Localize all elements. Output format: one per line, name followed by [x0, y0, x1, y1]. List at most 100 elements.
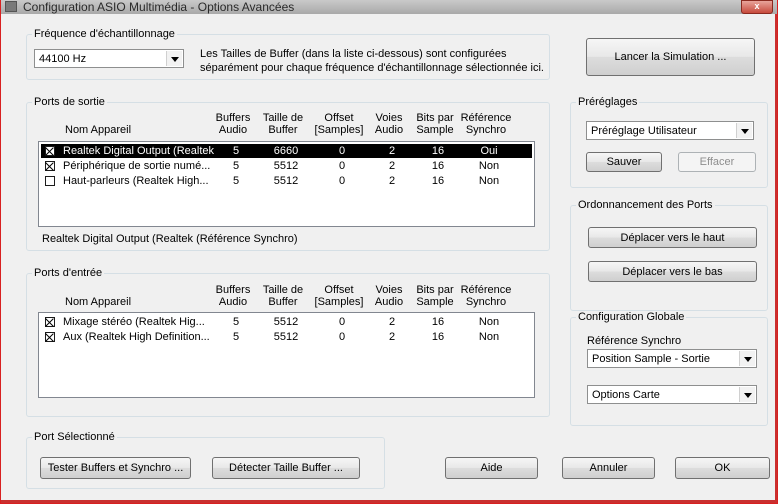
col-ref-2: Synchro	[465, 296, 507, 308]
port-bits: 16	[431, 331, 445, 343]
input-ports-label: Ports d'entrée	[32, 267, 105, 279]
port-size: 6660	[273, 145, 299, 157]
app-icon	[5, 1, 17, 12]
presets-label: Préréglages	[576, 96, 640, 108]
chevron-down-icon[interactable]	[166, 51, 182, 66]
col-offset-1: Offset	[324, 112, 354, 124]
move-down-button[interactable]: Déplacer vers le bas	[588, 261, 757, 282]
simulation-button[interactable]: Lancer la Simulation ...	[586, 38, 755, 76]
port-ref: Non	[478, 316, 500, 328]
col-name: Nom Appareil	[65, 296, 132, 308]
col-bits: Bits par Sample	[413, 112, 457, 136]
close-button[interactable]: x	[741, 0, 773, 14]
port-voices: 2	[388, 331, 396, 343]
col-ref: Référence Synchro	[458, 112, 514, 136]
port-buffers: 5	[232, 316, 240, 328]
chevron-down-icon[interactable]	[736, 123, 752, 138]
frequency-label: Fréquence d'échantillonnage	[32, 28, 177, 40]
col-voices-1: Voies	[375, 112, 403, 124]
col-ref-2: Synchro	[465, 124, 507, 136]
frequency-value: 44100 Hz	[39, 53, 87, 65]
selected-port-label: Port Sélectionné	[32, 431, 117, 443]
window-title: Configuration ASIO Multimédia - Options …	[23, 0, 295, 14]
port-ref: Oui	[480, 145, 498, 157]
card-options-select[interactable]: Options Carte	[587, 385, 757, 404]
delete-preset-button[interactable]: Effacer	[678, 152, 756, 172]
col-offset: Offset [Samples]	[311, 112, 367, 136]
port-name: Haut-parleurs (Realtek High...	[63, 175, 209, 187]
cancel-button[interactable]: Annuler	[562, 457, 655, 479]
port-bits: 16	[431, 160, 445, 172]
col-bits-1: Bits par	[416, 112, 454, 124]
help-button[interactable]: Aide	[445, 457, 538, 479]
input-port-checkbox[interactable]	[45, 332, 55, 342]
col-voices-1: Voies	[375, 284, 403, 296]
port-ref: Non	[478, 160, 500, 172]
move-up-button[interactable]: Déplacer vers le haut	[588, 227, 757, 248]
col-bits: Bits par Sample	[413, 284, 457, 308]
col-size-2: Buffer	[268, 296, 298, 308]
chevron-down-icon[interactable]	[739, 351, 755, 366]
test-buffers-button[interactable]: Tester Buffers et Synchro ...	[40, 457, 191, 479]
port-order-group	[570, 205, 768, 311]
port-name: Mixage stéréo (Realtek Hig...	[63, 316, 205, 328]
col-offset-2: [Samples]	[314, 124, 364, 136]
frequency-select[interactable]: 44100 Hz	[34, 49, 184, 68]
input-port-checkbox[interactable]	[45, 317, 55, 327]
output-port-row[interactable]: Périphérique de sortie numé... 5 5512 0 …	[41, 159, 532, 173]
port-offset: 0	[338, 331, 346, 343]
output-port-row[interactable]: Realtek Digital Output (Realtek 5 6660 0…	[41, 144, 532, 158]
ok-button[interactable]: OK	[675, 457, 770, 479]
output-port-checkbox[interactable]	[45, 176, 55, 186]
port-voices: 2	[388, 175, 396, 187]
input-port-row[interactable]: Mixage stéréo (Realtek Hig... 5 5512 0 2…	[41, 315, 532, 329]
port-voices: 2	[388, 316, 396, 328]
col-voices-2: Audio	[374, 296, 404, 308]
port-offset: 0	[338, 316, 346, 328]
global-config-group	[570, 317, 768, 426]
port-buffers: 5	[232, 160, 240, 172]
sync-reference-label: Référence Synchro	[587, 335, 682, 347]
col-name: Nom Appareil	[65, 124, 132, 136]
preset-select[interactable]: Préréglage Utilisateur	[586, 121, 754, 140]
port-voices: 2	[388, 145, 396, 157]
col-offset-2: [Samples]	[314, 296, 364, 308]
save-preset-button[interactable]: Sauver	[586, 152, 662, 172]
port-offset: 0	[338, 175, 346, 187]
output-sync-status: Realtek Digital Output (Realtek (Référen…	[42, 233, 298, 245]
port-buffers: 5	[232, 331, 240, 343]
title-bar[interactable]: Configuration ASIO Multimédia - Options …	[1, 0, 777, 14]
col-size-2: Buffer	[268, 124, 298, 136]
col-size-1: Taille de	[262, 112, 304, 124]
col-buffers-1: Buffers	[215, 112, 251, 124]
port-buffers: 5	[232, 175, 240, 187]
col-buffers: Buffers Audio	[212, 112, 254, 136]
col-size: Taille de Buffer	[257, 112, 309, 136]
detect-buffer-size-button[interactable]: Détecter Taille Buffer ...	[212, 457, 360, 479]
port-name: Périphérique de sortie numé...	[63, 160, 211, 172]
port-size: 5512	[273, 316, 299, 328]
input-port-row[interactable]: Aux (Realtek High Definition... 5 5512 0…	[41, 330, 532, 344]
output-port-row[interactable]: Haut-parleurs (Realtek High... 5 5512 0 …	[41, 174, 532, 188]
dialog-client: Fréquence d'échantillonnage 44100 Hz Les…	[1, 14, 775, 500]
port-name: Realtek Digital Output (Realtek	[63, 145, 215, 157]
col-ref-1: Référence	[460, 112, 512, 124]
col-voices: Voies Audio	[369, 284, 409, 308]
output-port-checkbox[interactable]	[45, 146, 55, 156]
card-options-value: Options Carte	[592, 389, 660, 401]
output-ports-list[interactable]: Realtek Digital Output (Realtek 5 6660 0…	[38, 141, 535, 227]
output-port-checkbox[interactable]	[45, 161, 55, 171]
chevron-down-icon[interactable]	[739, 387, 755, 402]
port-name: Aux (Realtek High Definition...	[63, 331, 210, 343]
input-ports-list[interactable]: Mixage stéréo (Realtek Hig... 5 5512 0 2…	[38, 312, 535, 398]
presets-group	[570, 102, 768, 188]
port-bits: 16	[431, 175, 445, 187]
port-size: 5512	[273, 160, 299, 172]
port-size: 5512	[273, 175, 299, 187]
sync-reference-select[interactable]: Position Sample - Sortie	[587, 349, 757, 368]
port-ref: Non	[478, 175, 500, 187]
col-voices: Voies Audio	[369, 112, 409, 136]
frequency-description-2: séparément pour chaque fréquence d'échan…	[200, 62, 544, 74]
sync-reference-value: Position Sample - Sortie	[592, 353, 710, 365]
global-config-label: Configuration Globale	[576, 311, 687, 323]
